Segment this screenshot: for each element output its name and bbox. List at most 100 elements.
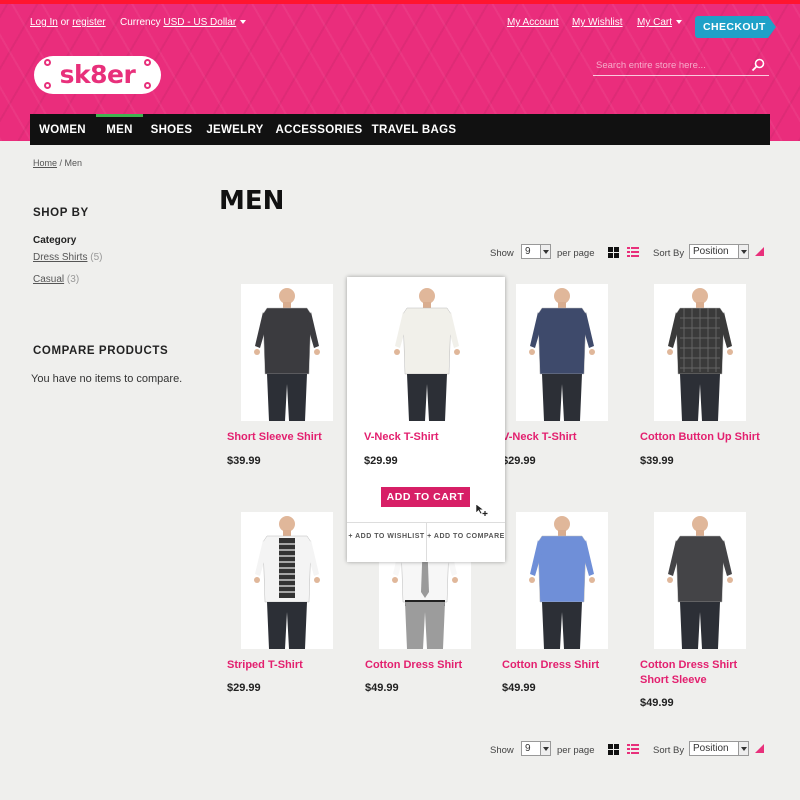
sort-by-value: Position (693, 743, 729, 754)
product-name-link[interactable]: Cotton Dress Shirt Short Sleeve (640, 658, 755, 688)
caret-down-icon (240, 20, 247, 24)
sort-direction-icon[interactable] (755, 744, 764, 753)
chevron-down-icon (738, 742, 748, 755)
show-label: Show (490, 248, 514, 259)
add-to-compare-link[interactable]: + ADD TO COMPARE (426, 523, 505, 561)
my-cart-link[interactable]: My Cart (637, 17, 672, 28)
product-name-link[interactable]: V-Neck T-Shirt (364, 430, 499, 445)
category-item: Dress Shirts (5) (33, 252, 102, 263)
shop-by-heading: SHOP BY (33, 207, 89, 219)
currency-label: Currency (120, 17, 161, 28)
chevron-down-icon (540, 742, 550, 755)
cursor-icon (475, 503, 489, 520)
search-input[interactable] (593, 56, 743, 74)
category-link-casual[interactable]: Casual (33, 274, 64, 285)
per-page-value: 9 (525, 743, 531, 754)
product-card: Striped T-Shirt $29.99 (227, 512, 357, 737)
product-name-link[interactable]: Cotton Dress Shirt (365, 658, 500, 673)
category-item: Casual (3) (33, 274, 79, 285)
per-page-value: 9 (525, 246, 531, 257)
nav-item-women[interactable]: WOMEN (30, 114, 95, 145)
currency-value[interactable]: USD - US Dollar (163, 17, 236, 28)
product-card: V-Neck T-Shirt $29.99 (502, 284, 632, 509)
logo-text: sk8er (59, 60, 136, 89)
grid-view-icon[interactable] (608, 744, 619, 755)
nav-item-men[interactable]: MEN (96, 114, 143, 145)
product-name-link[interactable]: V-Neck T-Shirt (502, 430, 637, 445)
site-logo[interactable]: sk8er (34, 56, 161, 94)
category-count: (3) (66, 274, 80, 285)
nav-item-jewelry[interactable]: JEWELRY (200, 114, 270, 145)
product-image[interactable] (516, 284, 608, 421)
toolbar-bottom: Show 9 per page Sort By Position (490, 740, 770, 760)
login-link[interactable]: Log In (30, 17, 58, 28)
category-link-dress-shirts[interactable]: Dress Shirts (33, 252, 87, 263)
sort-by-label: Sort By (653, 745, 685, 756)
list-view-icon[interactable] (627, 744, 639, 755)
sort-by-label: Sort By (653, 248, 685, 259)
breadcrumb: Home / Men (33, 158, 82, 168)
caret-down-icon (676, 20, 682, 24)
breadcrumb-separator: / (57, 158, 65, 168)
chevron-down-icon (540, 245, 550, 258)
per-page-label: per page (557, 745, 595, 756)
product-price: $29.99 (502, 455, 536, 467)
category-count: (5) (90, 252, 103, 263)
product-price: $29.99 (364, 455, 398, 467)
product-card: Cotton Button Up Shirt $39.99 (640, 284, 770, 509)
account-links: Log In or register (30, 17, 106, 28)
compare-empty-text: You have no items to compare. (31, 373, 183, 385)
grid-view-icon[interactable] (608, 247, 619, 258)
product-name-link[interactable]: Cotton Dress Shirt (502, 658, 637, 673)
breadcrumb-home-link[interactable]: Home (33, 158, 57, 168)
product-image[interactable] (654, 284, 746, 421)
product-name-link[interactable]: Short Sleeve Shirt (227, 430, 362, 445)
search-icon[interactable] (751, 58, 765, 75)
sort-by-select[interactable]: Position (689, 741, 749, 756)
product-card: Cotton Dress Shirt $49.99 (502, 512, 632, 737)
product-name-link[interactable]: Striped T-Shirt (227, 658, 362, 673)
site-header: Log In or register Currency USD - US Dol… (0, 0, 800, 145)
sort-by-value: Position (693, 246, 729, 257)
product-price: $49.99 (502, 682, 536, 694)
compare-products-heading: COMPARE PRODUCTS (33, 345, 169, 357)
per-page-select[interactable]: 9 (521, 244, 551, 259)
product-price: $39.99 (227, 455, 261, 467)
product-name-link[interactable]: Cotton Button Up Shirt (640, 430, 775, 445)
product-price: $29.99 (227, 682, 261, 694)
my-wishlist-link[interactable]: My Wishlist (572, 17, 623, 28)
main-nav: WOMEN MEN SHOES JEWELRY ACCESSORIES TRAV… (30, 114, 770, 145)
checkout-button[interactable]: CHECKOUT (695, 16, 776, 38)
product-image[interactable] (241, 284, 333, 421)
product-image[interactable] (516, 512, 608, 649)
top-links-bar: Log In or register Currency USD - US Dol… (0, 13, 800, 38)
add-to-wishlist-link[interactable]: + ADD TO WISHLIST (347, 523, 426, 561)
product-card: Short Sleeve Shirt $39.99 (227, 284, 357, 509)
add-to-cart-button[interactable]: ADD TO CART (381, 487, 470, 507)
my-account-link[interactable]: My Account (507, 17, 559, 28)
product-price: $49.99 (640, 697, 674, 709)
nav-item-travel-bags[interactable]: TRAVEL BAGS (369, 114, 459, 145)
product-image[interactable] (654, 512, 746, 649)
product-price: $49.99 (365, 682, 399, 694)
product-actions: + ADD TO WISHLIST + ADD TO COMPARE (347, 522, 505, 561)
nav-item-shoes[interactable]: SHOES (144, 114, 199, 145)
currency-switcher[interactable]: Currency USD - US Dollar (120, 17, 247, 28)
product-image[interactable] (241, 512, 333, 649)
list-view-icon[interactable] (627, 247, 639, 258)
breadcrumb-current: Men (64, 158, 83, 168)
nav-item-accessories[interactable]: ACCESSORIES (273, 114, 365, 145)
per-page-select[interactable]: 9 (521, 741, 551, 756)
toolbar-top: Show 9 per page Sort By Position (490, 243, 770, 263)
page-title: MEN (219, 186, 285, 216)
product-price: $39.99 (640, 455, 674, 467)
register-link[interactable]: register (72, 17, 105, 28)
product-image[interactable] (381, 284, 473, 421)
sort-direction-icon[interactable] (755, 247, 764, 256)
chevron-down-icon (738, 245, 748, 258)
show-label: Show (490, 745, 514, 756)
or-text: or (60, 17, 70, 28)
my-cart-dropdown[interactable]: My Cart (637, 17, 682, 28)
per-page-label: per page (557, 248, 595, 259)
sort-by-select[interactable]: Position (689, 244, 749, 259)
